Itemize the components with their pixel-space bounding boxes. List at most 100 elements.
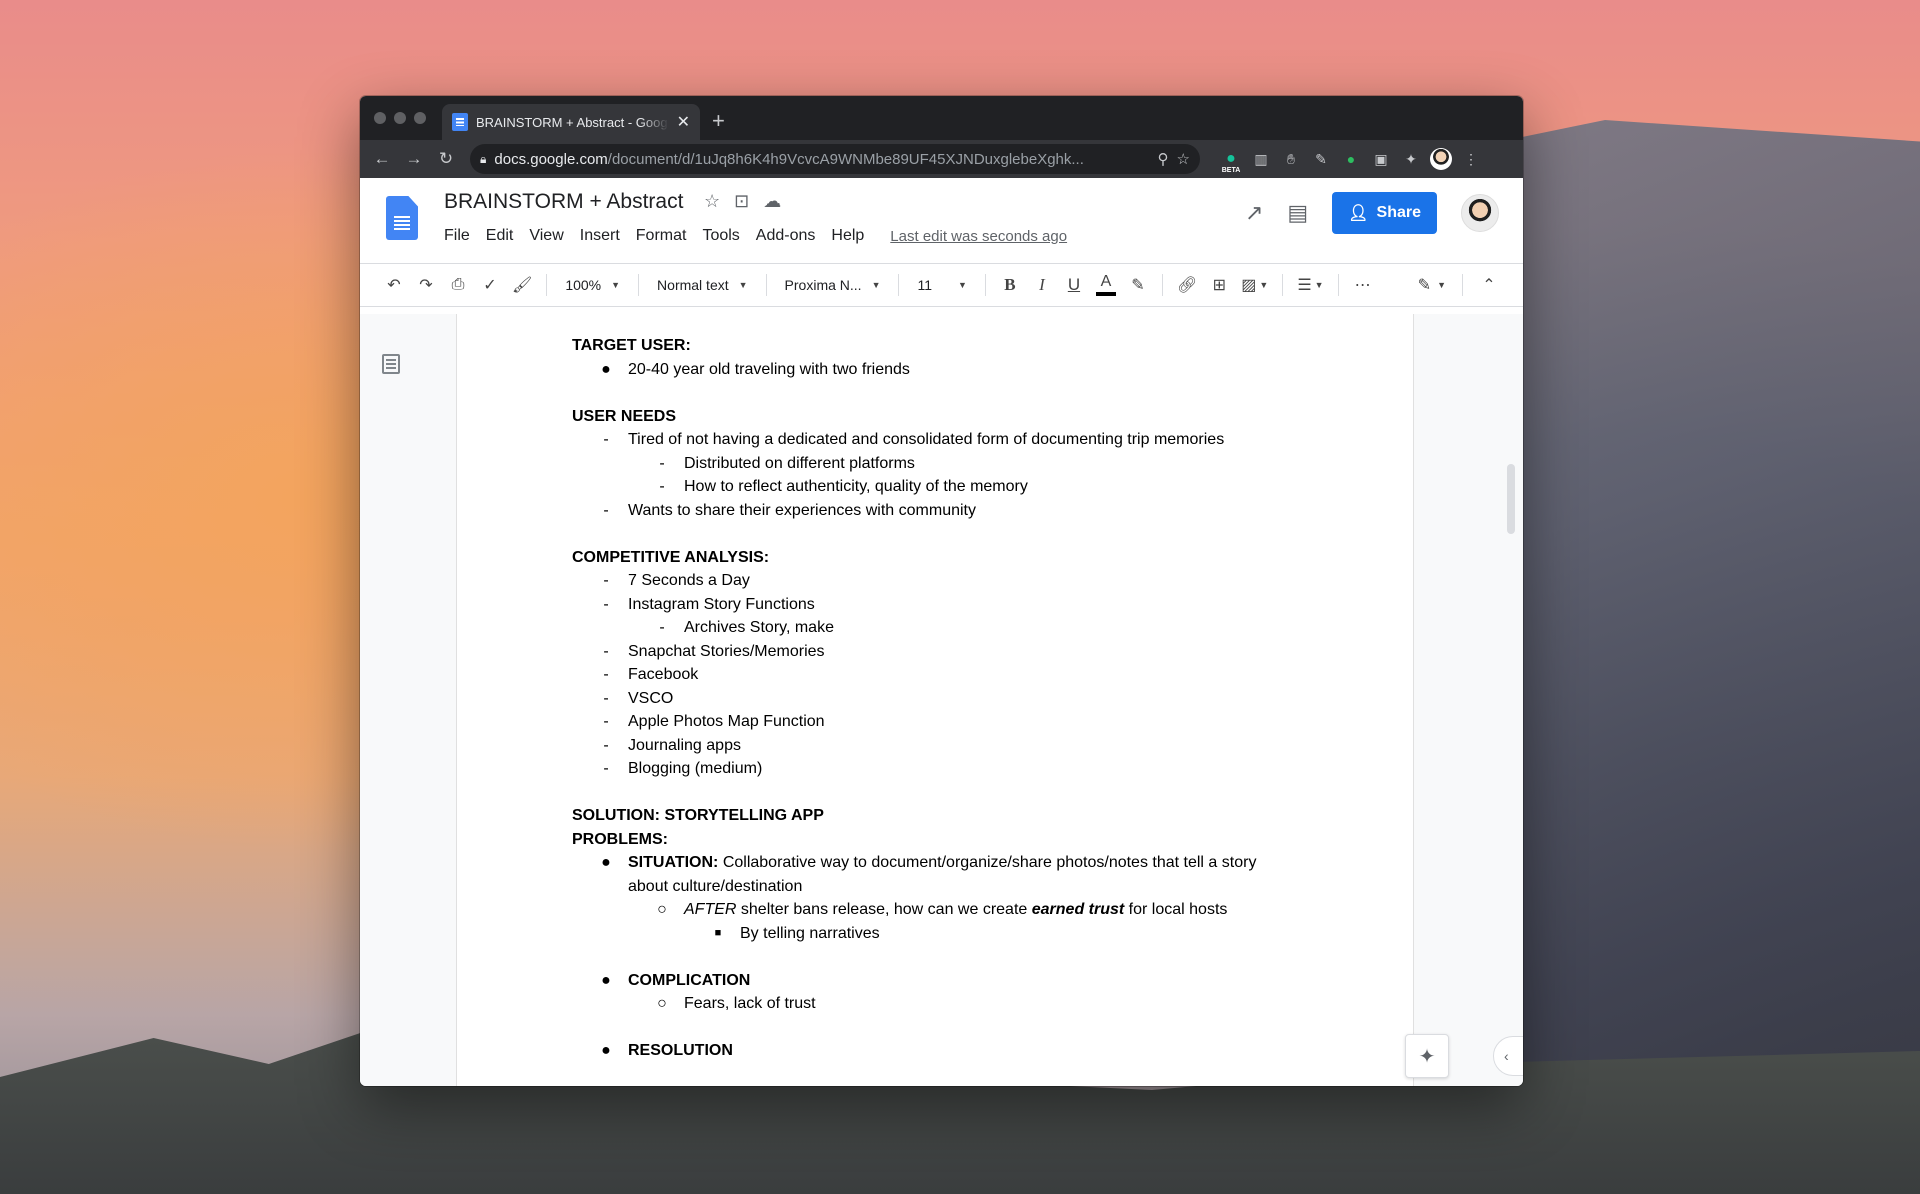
list-item: - Journaling apps [603, 736, 741, 754]
toolbar-divider [1462, 274, 1463, 296]
list-item: - Apple Photos Map Function [603, 713, 825, 730]
back-arrow-icon[interactable]: ← [368, 145, 396, 173]
print-icon[interactable]: ⎙ [444, 270, 472, 300]
collapse-menus-chevron-up-icon[interactable]: ⌃ [1475, 270, 1503, 300]
menu-edit[interactable]: Edit [478, 225, 522, 247]
header-right-actions: ↗ ▤ 👤︎ Share [1245, 192, 1499, 234]
menu-insert[interactable]: Insert [572, 225, 628, 247]
menu-bar: File Edit View Insert Format Tools Add-o… [444, 225, 1067, 247]
menu-file[interactable]: File [444, 225, 478, 247]
heading-target-user: TARGET USER: [572, 337, 691, 354]
menu-format[interactable]: Format [628, 225, 695, 247]
document-body[interactable]: TARGET USER: ● 20-40 year old traveling w… [572, 334, 1332, 1063]
google-docs-favicon-icon [452, 113, 468, 131]
chrome-menu-icon[interactable]: ⋮ [1460, 148, 1482, 170]
document-canvas: TARGET USER: ● 20-40 year old traveling w… [360, 314, 1523, 1086]
explore-sparkle-icon[interactable]: ✦ [1405, 1034, 1449, 1078]
editing-toolbar: ↶ ↷ ⎙ ✓ 🖌︎ 100% ▼ Normal text ▼ Proxima N.… [360, 263, 1523, 307]
cloud-saved-icon[interactable]: ☁︎ [763, 191, 781, 212]
close-window-button[interactable] [374, 112, 386, 124]
maximize-window-button[interactable] [414, 112, 426, 124]
list-item: ○ Fears, lack of trust [657, 995, 816, 1012]
list-item: - Distributed on different platforms [659, 454, 915, 472]
toolbar-divider [984, 274, 986, 296]
list-item: - Facebook [603, 666, 699, 683]
browser-tab-active[interactable]: BRAINSTORM + Abstract - Google Docs ✕ [442, 104, 700, 140]
comments-icon[interactable]: ▤ [1287, 200, 1308, 226]
minimize-window-button[interactable] [394, 112, 406, 124]
font-family-select[interactable]: Proxima N... ▼ [777, 270, 889, 300]
share-button[interactable]: 👤︎ Share [1332, 192, 1437, 234]
url-text[interactable]: docs.google.com/document/d/1uJq8h6K4h9Vc… [494, 151, 1149, 168]
menu-view[interactable]: View [521, 225, 571, 247]
screenshot-extension-icon[interactable]: ▣ [1370, 148, 1392, 170]
redo-icon[interactable]: ↷ [412, 270, 440, 300]
list-item-complication: ● COMPLICATION [601, 971, 751, 989]
new-tab-button[interactable]: + [712, 108, 725, 134]
insert-link-icon[interactable]: 🔗︎ [1173, 270, 1201, 300]
bookmark-star-icon[interactable]: ☆ [1177, 150, 1190, 168]
evernote-extension-icon[interactable]: ● [1340, 148, 1362, 170]
window-controls [374, 112, 426, 124]
reload-icon[interactable]: ↻ [432, 145, 460, 173]
forward-arrow-icon[interactable]: → [400, 145, 428, 173]
add-comment-icon[interactable]: ⊞ [1205, 270, 1233, 300]
activity-trend-icon[interactable]: ↗ [1245, 200, 1263, 226]
zoom-select[interactable]: 100% ▼ [557, 270, 628, 300]
list-item-resolution: ● RESOLUTION [601, 1042, 733, 1059]
list-item: - How to reflect authenticity, quality of… [659, 478, 1028, 495]
barcode-extension-icon[interactable]: ▥ [1250, 148, 1272, 170]
undo-icon[interactable]: ↶ [380, 270, 408, 300]
toolbar-divider [898, 274, 900, 296]
more-options-icon[interactable]: ⋯ [1349, 270, 1377, 300]
pen-extension-icon[interactable]: ✎ [1310, 148, 1332, 170]
insert-image-icon[interactable]: ▨ ▼ [1237, 270, 1272, 300]
document-title[interactable]: BRAINSTORM + Abstract [444, 190, 683, 214]
account-avatar[interactable] [1461, 194, 1499, 232]
toolbar-divider [765, 274, 767, 296]
list-item: - VSCO [603, 689, 674, 707]
move-folder-icon[interactable]: ⊡ [734, 191, 749, 212]
google-docs-logo-icon[interactable] [386, 196, 418, 240]
underline-button[interactable]: U [1060, 270, 1088, 300]
list-item: - Wants to share their experiences with c… [603, 501, 976, 519]
chevron-down-icon: ▼ [611, 280, 621, 290]
highlight-pen-icon[interactable]: ✎ [1124, 270, 1152, 300]
chevron-down-icon: ▼ [738, 280, 748, 290]
editing-mode-pencil-icon[interactable]: ✎ ▼ [1414, 270, 1450, 300]
list-item: - Archives Story, make [659, 619, 834, 636]
text-color-button[interactable]: A [1092, 270, 1120, 300]
bold-button[interactable]: B [996, 270, 1024, 300]
toolbar-divider [1282, 274, 1284, 296]
paint-format-icon[interactable]: 🖌︎ [508, 270, 536, 300]
star-icon[interactable]: ☆ [704, 191, 720, 212]
heading-solution: SOLUTION: STORYTELLING APP [572, 807, 824, 824]
grammarly-beta-extension-icon[interactable]: ● BETA [1220, 148, 1242, 174]
spellcheck-icon[interactable]: ✓ [476, 270, 504, 300]
address-bar[interactable]: 🔒︎ docs.google.com/document/d/1uJq8h6K4h… [470, 144, 1200, 174]
zoom-magnifier-icon[interactable]: ⚲ [1158, 150, 1169, 168]
browser-toolbar: ← → ↻ 🔒︎ docs.google.com/document/d/1uJq… [360, 140, 1523, 178]
hand-extension-icon[interactable]: ✋︎ [1280, 148, 1302, 170]
italic-button[interactable]: I [1028, 270, 1056, 300]
extensions-puzzle-icon[interactable]: ✦ [1400, 148, 1422, 170]
document-page[interactable]: TARGET USER: ● 20-40 year old traveling w… [456, 314, 1414, 1086]
list-item: - Tired of not having a dedicated and con… [603, 431, 1225, 448]
heading-competitive-analysis: COMPETITIVE ANALYSIS: [572, 548, 770, 566]
list-item: ● 20-40 year old traveling with two frien… [601, 360, 910, 378]
close-tab-icon[interactable]: ✕ [677, 112, 690, 132]
lock-icon: 🔒︎ [480, 151, 487, 166]
document-outline-icon[interactable] [382, 354, 400, 374]
paragraph-style-select[interactable]: Normal text ▼ [649, 270, 756, 300]
menu-help[interactable]: Help [823, 225, 872, 247]
menu-tools[interactable]: Tools [694, 225, 747, 247]
last-edit-link[interactable]: Last edit was seconds ago [890, 228, 1067, 245]
menu-add-ons[interactable]: Add-ons [748, 225, 824, 247]
side-panel-chevron-left-icon[interactable]: ‹ [1493, 1036, 1523, 1076]
person-add-icon: 👤︎ [1348, 205, 1369, 222]
vertical-scrollbar[interactable] [1507, 464, 1515, 534]
font-size-select[interactable]: 11 ▼ [909, 270, 974, 300]
profile-avatar-icon[interactable] [1430, 148, 1452, 170]
tab-strip: BRAINSTORM + Abstract - Google Docs ✕ + [360, 96, 1523, 140]
align-left-icon[interactable]: ☰ ▼ [1293, 270, 1327, 300]
